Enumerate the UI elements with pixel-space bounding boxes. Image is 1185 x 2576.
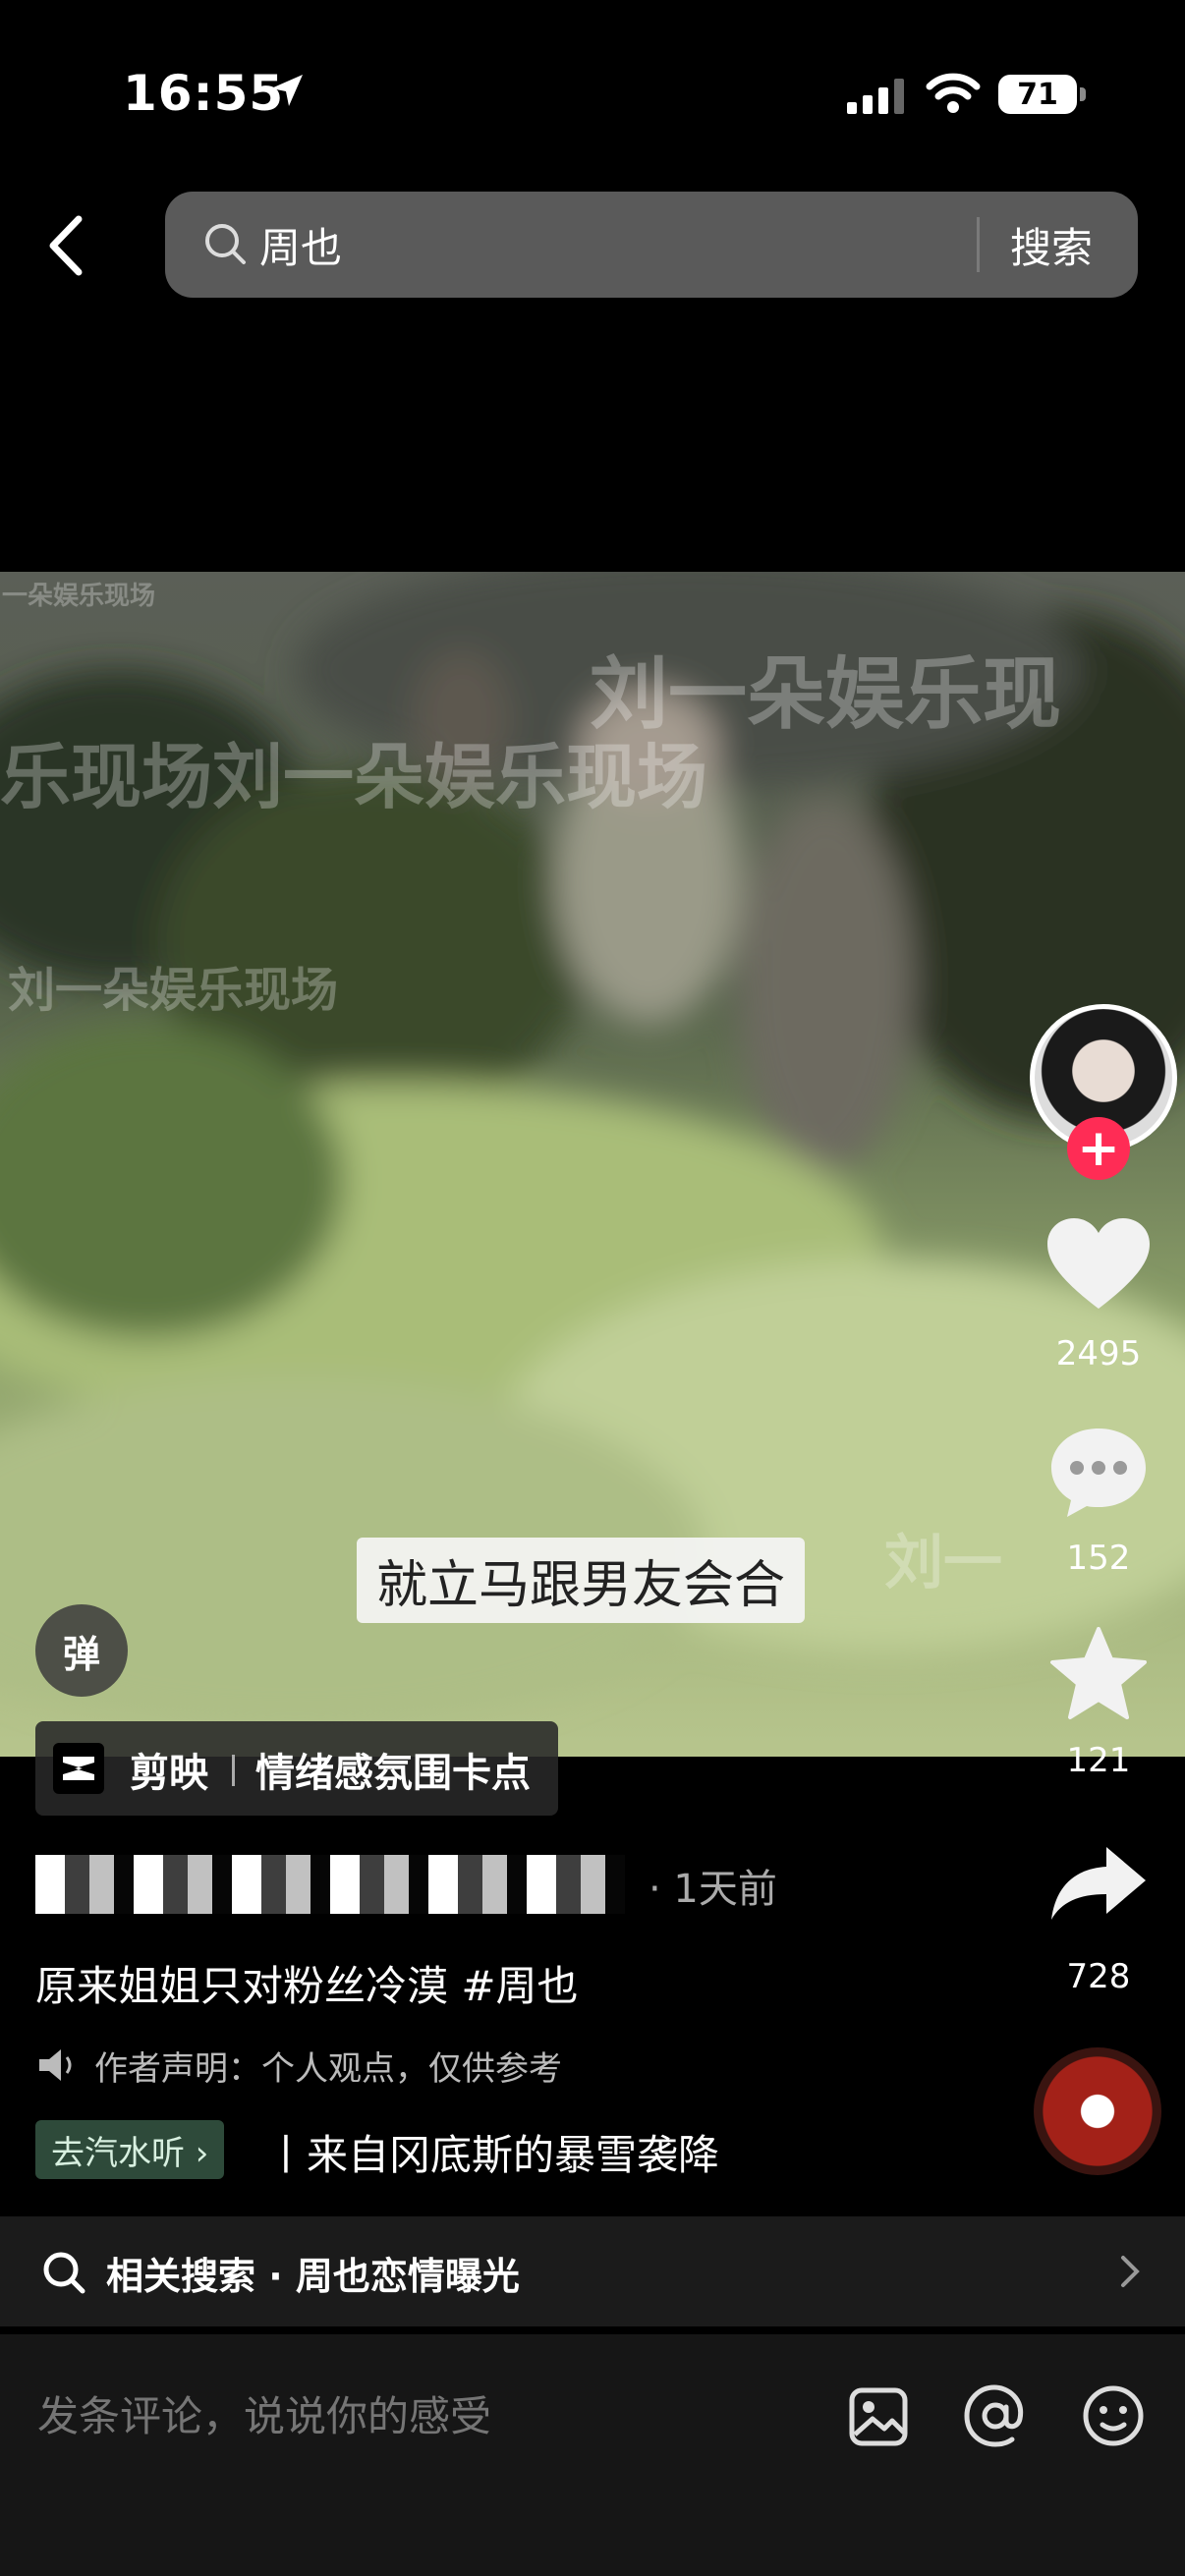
music-title[interactable]: 丨来自冈底斯的暴雪袭降 xyxy=(265,2122,721,2182)
capcut-template-name: 情绪感氛围卡点 xyxy=(255,1751,531,1796)
watermark: 乐现场刘一朵娱乐现场 xyxy=(0,736,708,818)
image-icon[interactable] xyxy=(847,2385,910,2448)
chevron-right-icon xyxy=(1121,2256,1140,2287)
author-declaration: 作者声明：个人观点，仅供参考 xyxy=(94,2049,562,2089)
comment-input[interactable] xyxy=(35,2391,786,2441)
watermark: 刘一 xyxy=(884,1529,1002,1597)
watermark: 刘一朵娱乐现场 xyxy=(8,963,339,1018)
open-in-qishui-button[interactable]: 去汽水听 › xyxy=(35,2120,225,2179)
search-icon xyxy=(205,224,246,264)
speaker-icon xyxy=(39,2049,72,2081)
post-time: · 1天前 xyxy=(649,1867,777,1912)
share-button[interactable] xyxy=(1044,1845,1153,1924)
follow-button[interactable]: + xyxy=(1067,1117,1130,1180)
comment-button[interactable] xyxy=(1044,1425,1153,1519)
star-icon xyxy=(1050,1627,1147,1719)
related-search-text: 相关搜索 · 周也恋情曝光 xyxy=(106,2255,520,2298)
wifi-icon xyxy=(926,73,981,113)
capcut-logo-icon xyxy=(53,1743,104,1794)
search-bar[interactable]: 周也 搜索 xyxy=(165,192,1138,298)
battery-indicator: 71 xyxy=(998,75,1077,114)
favorite-count: 121 xyxy=(1066,1741,1131,1780)
music-disc[interactable] xyxy=(1034,2047,1161,2175)
like-button[interactable] xyxy=(1044,1218,1153,1313)
heart-icon xyxy=(1047,1218,1150,1309)
related-search-bar[interactable]: 相关搜索 · 周也恋情曝光 xyxy=(0,2216,1185,2326)
search-input[interactable]: 周也 xyxy=(259,215,342,275)
emoji-icon[interactable] xyxy=(1081,2383,1146,2448)
video-subtitle: 就立马跟男友会合 xyxy=(357,1538,806,1623)
capcut-separator xyxy=(232,1755,235,1786)
comment-bubble-icon xyxy=(1051,1428,1146,1517)
cellular-signal-icon xyxy=(847,79,904,114)
watermark: 一朵娱乐现场 xyxy=(2,582,156,611)
danmu-toggle-button[interactable]: 弹 xyxy=(35,1604,128,1697)
favorite-button[interactable] xyxy=(1044,1627,1153,1721)
comment-count: 152 xyxy=(1066,1539,1131,1578)
comment-bar xyxy=(0,2334,1185,2576)
post-caption[interactable]: 原来姐姐只对粉丝冷漠 #周也 xyxy=(35,1953,579,2013)
search-button[interactable]: 搜索 xyxy=(1010,215,1093,275)
share-arrow-icon xyxy=(1051,1847,1146,1920)
like-count: 2495 xyxy=(1055,1334,1142,1373)
location-arrow-icon xyxy=(271,75,303,106)
mention-at-icon[interactable] xyxy=(963,2383,1028,2448)
search-divider xyxy=(977,217,980,272)
author-name-pixelated[interactable] xyxy=(35,1855,625,1914)
capcut-app-name: 剪映 xyxy=(130,1751,208,1796)
share-count: 728 xyxy=(1066,1957,1131,1996)
battery-tip xyxy=(1080,87,1086,101)
capcut-template-tag[interactable]: 剪映 情绪感氛围卡点 xyxy=(35,1721,558,1816)
back-button[interactable] xyxy=(39,211,98,280)
search-icon xyxy=(43,2252,85,2294)
status-time: 16:55 xyxy=(123,65,285,122)
